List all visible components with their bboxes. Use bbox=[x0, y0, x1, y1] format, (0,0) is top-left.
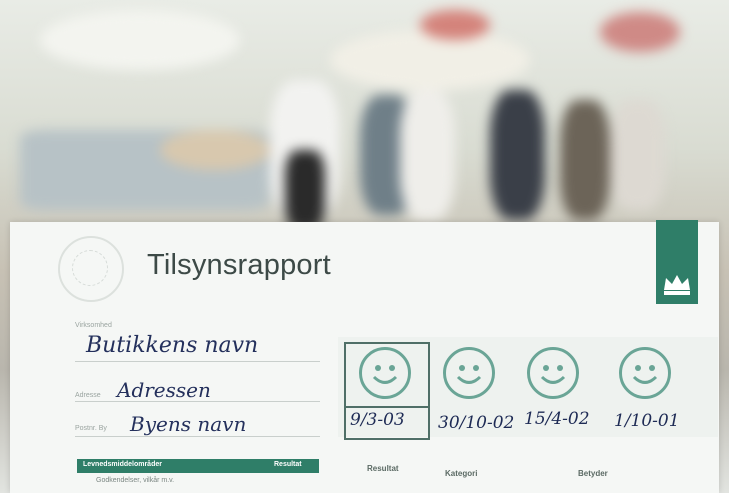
shopper-figure bbox=[285, 150, 325, 230]
store-light bbox=[40, 10, 240, 70]
smiley-icon bbox=[619, 347, 671, 399]
store-light bbox=[330, 30, 530, 90]
handwritten-postnr-by: Byens navn bbox=[130, 412, 247, 436]
smiley-icon bbox=[359, 347, 411, 399]
red-sign bbox=[420, 10, 490, 40]
crown-badge bbox=[656, 220, 698, 304]
inspection-date: 9/3-03 bbox=[350, 410, 405, 430]
label-kategori: Kategori bbox=[445, 469, 478, 478]
table-header: Levnedsmiddelområder Resultat bbox=[77, 459, 319, 473]
label-virksomhed: Virksomhed bbox=[75, 322, 112, 329]
report-title: Tilsynsrapport bbox=[147, 249, 331, 281]
handwritten-virksomhed: Butikkens navn bbox=[86, 333, 259, 358]
field-line bbox=[75, 401, 320, 402]
field-line bbox=[75, 436, 320, 437]
shopper-figure bbox=[610, 100, 665, 210]
inspection-date: 1/10-01 bbox=[614, 411, 680, 431]
smiley-icon bbox=[527, 347, 579, 399]
shopper-figure bbox=[560, 100, 610, 220]
field-line bbox=[75, 361, 320, 362]
label-betyder: Betyder bbox=[578, 469, 608, 478]
label-postnr-by: Postnr. By bbox=[75, 425, 107, 432]
handwritten-adresse: Adressen bbox=[117, 378, 211, 402]
smiley-icon bbox=[443, 347, 495, 399]
table-header-right: Resultat bbox=[274, 461, 302, 468]
counter-food bbox=[160, 130, 270, 170]
inspection-date: 30/10-02 bbox=[438, 413, 515, 433]
inspection-date: 15/4-02 bbox=[524, 409, 590, 429]
crown-icon bbox=[664, 275, 690, 295]
emblem-icon bbox=[58, 236, 124, 302]
label-adresse: Adresse bbox=[75, 392, 101, 399]
red-sign bbox=[600, 12, 680, 52]
table-header-left: Levnedsmiddelområder bbox=[83, 461, 162, 468]
shopper-figure bbox=[490, 90, 545, 220]
shopper-figure bbox=[400, 90, 455, 220]
label-resultat: Resultat bbox=[367, 464, 399, 473]
table-row: Godkendelser, vilkår m.v. bbox=[96, 477, 175, 484]
